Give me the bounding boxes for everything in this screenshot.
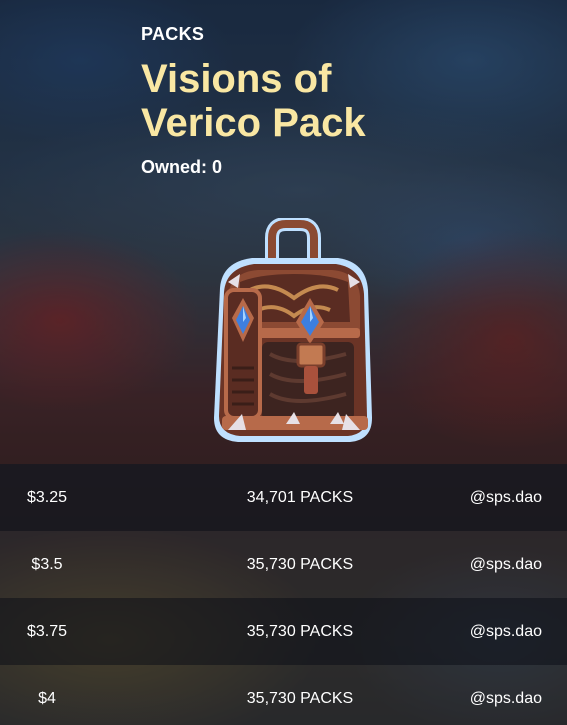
listing-seller[interactable]: @sps.dao [470, 623, 542, 641]
listings-table: $3.25 34,701 PACKS @sps.dao $3.5 35,730 … [0, 464, 567, 725]
section-label: PACKS [141, 24, 205, 44]
listing-quantity: 35,730 PACKS [246, 622, 354, 640]
listing-price: $4 [38, 689, 56, 707]
listing-quantity: 35,730 PACKS [246, 689, 354, 707]
listing-quantity: 34,701 PACKS [246, 488, 354, 506]
listing-seller[interactable]: @sps.dao [470, 556, 542, 574]
pack-detail-screen: PACKS Visions of Verico Pack Owned: 0 $3… [0, 0, 567, 725]
listing-row[interactable]: $3.75 35,730 PACKS @sps.dao [0, 598, 567, 665]
listing-row[interactable]: $3.25 34,701 PACKS @sps.dao [0, 464, 567, 531]
listing-row[interactable]: $3.5 35,730 PACKS @sps.dao [0, 531, 567, 598]
listing-quantity: 35,730 PACKS [246, 555, 354, 573]
listing-price: $3.5 [31, 555, 63, 573]
listing-seller[interactable]: @sps.dao [470, 690, 542, 708]
listing-seller[interactable]: @sps.dao [470, 489, 542, 507]
pack-header: PACKS Visions of Verico Pack Owned: 0 [141, 24, 421, 178]
treasure-chest-icon [200, 217, 386, 452]
listing-price: $3.25 [26, 488, 68, 506]
pack-title: Visions of Verico Pack [141, 57, 366, 145]
listing-row[interactable]: $4 35,730 PACKS @sps.dao [0, 665, 567, 725]
owned-count: Owned: 0 [141, 157, 223, 177]
listing-price: $3.75 [26, 622, 68, 640]
